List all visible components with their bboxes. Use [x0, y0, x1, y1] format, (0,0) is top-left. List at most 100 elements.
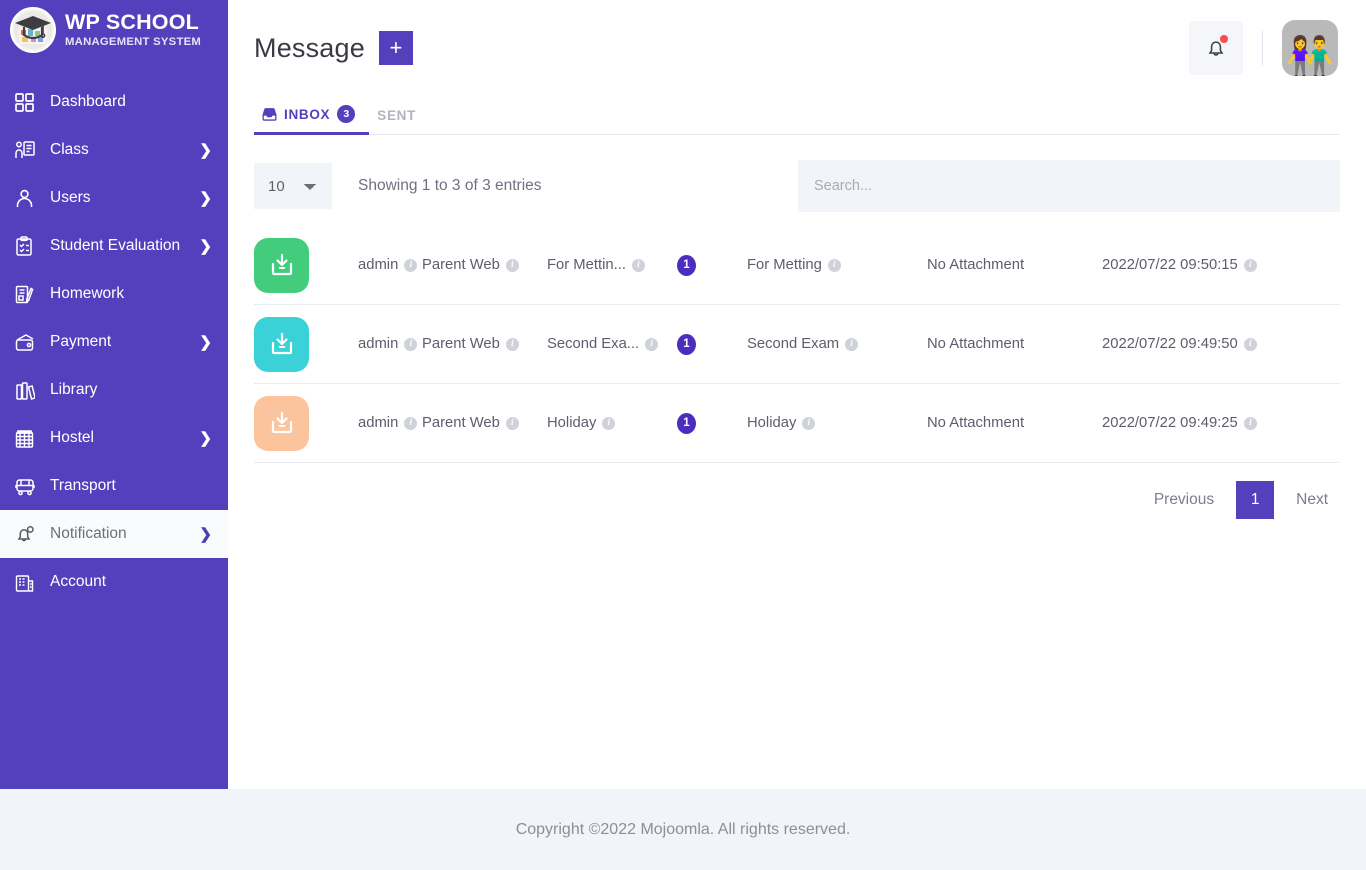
tab-sent[interactable]: SENT [369, 108, 430, 134]
message-table: admin i Parent Web i For Mettin... i 1 F… [254, 226, 1340, 463]
row-icon-cell [254, 237, 314, 293]
sidebar-item-transport[interactable]: Transport [0, 462, 228, 510]
cell-subject-text: Holiday [547, 415, 597, 431]
sidebar-item-library[interactable]: Library [0, 366, 228, 414]
sidebar-item-label: Payment [50, 333, 112, 350]
info-icon[interactable]: i [631, 258, 645, 272]
table-row[interactable]: admin i Parent Web i Holiday i 1 Holiday… [254, 384, 1340, 463]
inbox-download-icon [254, 237, 309, 293]
sidebar: WP SCHOOL MANAGEMENT SYSTEM Dashboard Cl… [0, 0, 228, 789]
cell-subject: Holiday i [547, 415, 677, 431]
sidebar-item-label: Transport [50, 477, 116, 494]
notification-bell-button[interactable] [1189, 21, 1243, 75]
cell-subject: For Mettin... i [547, 257, 677, 273]
topbar-divider [1262, 31, 1263, 65]
bus-icon [14, 476, 42, 497]
cell-attachment: No Attachment [927, 415, 1102, 431]
brand-title: WP SCHOOL [65, 10, 199, 35]
sidebar-item-label: Users [50, 189, 91, 206]
sidebar-item-dashboard[interactable]: Dashboard [0, 78, 228, 126]
cell-body: Holiday i [747, 415, 927, 431]
sidebar-item-student-evaluation[interactable]: Student Evaluation ❯ [0, 222, 228, 270]
graduation-cap-icon [10, 7, 56, 53]
table-row[interactable]: admin i Parent Web i Second Exa... i 1 S… [254, 305, 1340, 384]
sidebar-item-label: Class [50, 141, 89, 158]
pagination-previous[interactable]: Previous [1142, 483, 1226, 517]
cell-recipient: Parent Web i [422, 415, 547, 431]
notebook-icon [14, 284, 42, 305]
info-icon[interactable]: i [505, 416, 519, 430]
inbox-download-icon [254, 316, 309, 372]
sidebar-item-label: Hostel [50, 429, 94, 446]
cell-subject-text: For Mettin... [547, 257, 626, 273]
cell-body: For Metting i [747, 257, 927, 273]
message-tabs: INBOX 3 SENT [254, 96, 1340, 135]
cell-count: 1 [677, 254, 747, 276]
table-row[interactable]: admin i Parent Web i For Mettin... i 1 F… [254, 226, 1340, 305]
brand[interactable]: WP SCHOOL MANAGEMENT SYSTEM [0, 0, 228, 62]
info-icon[interactable]: i [505, 258, 519, 272]
add-message-button[interactable]: + [378, 31, 413, 65]
info-icon[interactable]: i [404, 416, 418, 430]
info-icon[interactable]: i [827, 258, 841, 272]
entries-summary: Showing 1 to 3 of 3 entries [358, 177, 542, 194]
info-icon[interactable]: i [845, 337, 859, 351]
cell-body-text: Second Exam [747, 336, 840, 352]
tab-label: INBOX [284, 106, 331, 122]
brand-subtitle: MANAGEMENT SYSTEM [65, 35, 202, 48]
sidebar-item-label: Library [50, 381, 98, 398]
cell-body-text: Holiday [747, 415, 797, 431]
pagination: Previous 1 Next [254, 481, 1340, 519]
sidebar-item-payment[interactable]: Payment ❯ [0, 318, 228, 366]
row-icon-cell [254, 395, 314, 451]
avatar-glyph: 👫 [1286, 36, 1334, 76]
info-icon[interactable]: i [404, 258, 418, 272]
footer-text: Copyright ©2022 Mojoomla. All rights res… [515, 820, 851, 838]
info-icon[interactable]: i [802, 416, 816, 430]
teacher-icon [14, 140, 42, 161]
info-icon[interactable]: i [602, 416, 616, 430]
pagination-next[interactable]: Next [1284, 483, 1340, 517]
info-icon[interactable]: i [404, 337, 418, 351]
search-wrap [542, 160, 1340, 212]
hostel-icon [14, 428, 42, 449]
cell-user: admin i [314, 415, 422, 431]
cell-date-text: 2022/07/22 09:49:50 [1102, 336, 1238, 352]
footer: Copyright ©2022 Mojoomla. All rights res… [0, 789, 1366, 870]
app-root: WP SCHOOL MANAGEMENT SYSTEM Dashboard Cl… [0, 0, 1366, 870]
sidebar-item-account[interactable]: Account [0, 558, 228, 606]
page-length-select[interactable]: 10 25 50 100 [254, 163, 332, 209]
cell-subject-text: Second Exa... [547, 336, 640, 352]
pagination-page-1[interactable]: 1 [1236, 481, 1275, 519]
avatar[interactable]: 👫 [1282, 20, 1338, 76]
row-icon-cell [254, 316, 314, 372]
info-icon[interactable]: i [645, 337, 659, 351]
cell-date-text: 2022/07/22 09:49:25 [1102, 415, 1238, 431]
info-icon[interactable]: i [505, 337, 519, 351]
cell-recipient: Parent Web i [422, 336, 547, 352]
notification-dot [1220, 35, 1228, 43]
sidebar-item-hostel[interactable]: Hostel ❯ [0, 414, 228, 462]
sidebar-item-notification[interactable]: Notification ❯ [0, 510, 228, 558]
info-icon[interactable]: i [1243, 416, 1257, 430]
sidebar-nav: Dashboard Class ❯ Users ❯ Student Evalua… [0, 78, 228, 606]
cell-recipient-text: Parent Web [422, 415, 500, 431]
count-badge: 1 [677, 412, 696, 434]
count-badge: 1 [677, 254, 696, 276]
chevron-right-icon: ❯ [199, 237, 212, 255]
tab-inbox[interactable]: INBOX 3 [254, 105, 370, 135]
cell-user-text: admin [358, 415, 399, 431]
sidebar-item-label: Account [50, 573, 107, 590]
books-icon [14, 380, 42, 401]
cell-body: Second Exam i [747, 336, 927, 352]
sidebar-item-users[interactable]: Users ❯ [0, 174, 228, 222]
cell-recipient-text: Parent Web [422, 257, 500, 273]
inbox-download-icon [254, 395, 309, 451]
search-input[interactable] [798, 160, 1340, 212]
tab-badge: 3 [337, 105, 356, 123]
info-icon[interactable]: i [1243, 337, 1257, 351]
sidebar-item-homework[interactable]: Homework [0, 270, 228, 318]
chevron-right-icon: ❯ [199, 525, 212, 543]
info-icon[interactable]: i [1243, 258, 1257, 272]
sidebar-item-class[interactable]: Class ❯ [0, 126, 228, 174]
